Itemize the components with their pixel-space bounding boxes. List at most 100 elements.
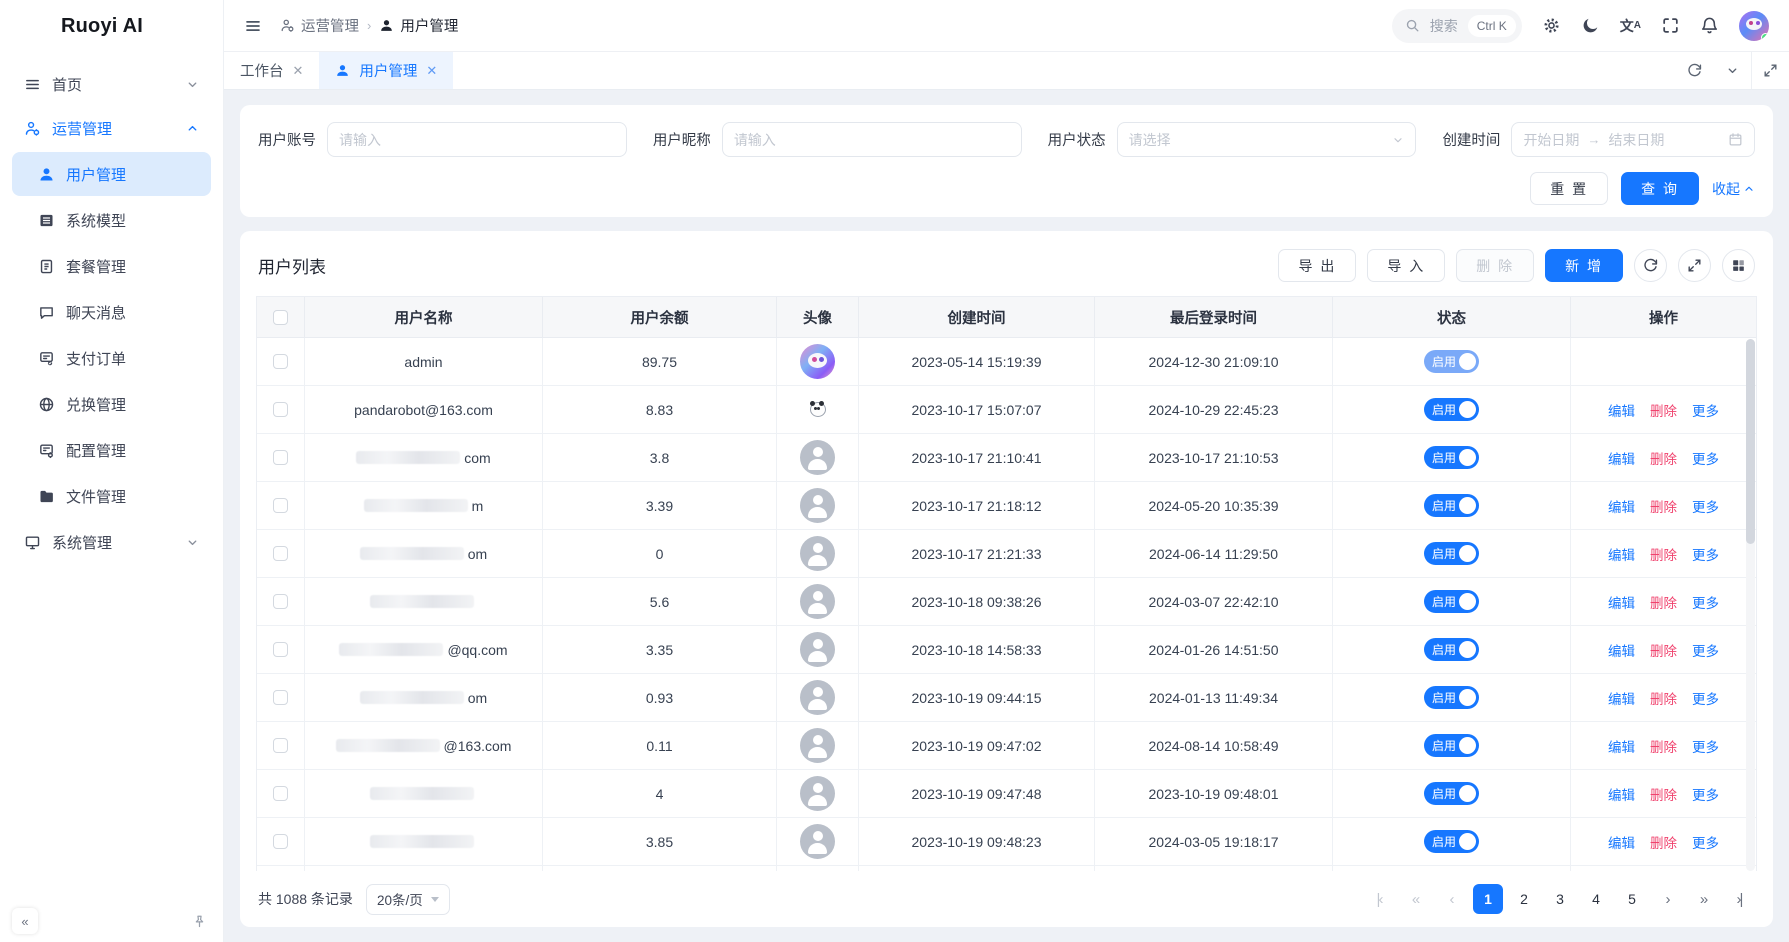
page-button-1[interactable]: 1 xyxy=(1473,884,1503,914)
edit-link[interactable]: 编辑 xyxy=(1608,688,1635,708)
row-checkbox[interactable] xyxy=(273,354,288,369)
jump-back-button[interactable]: « xyxy=(1401,884,1431,914)
row-checkbox[interactable] xyxy=(273,690,288,705)
sidebar-item-payment-orders[interactable]: 支付订单 xyxy=(12,336,211,380)
table-scrollbar-thumb[interactable] xyxy=(1746,339,1755,544)
status-toggle[interactable]: 启用 xyxy=(1424,734,1479,757)
delete-link[interactable]: 删除 xyxy=(1650,640,1677,660)
row-checkbox[interactable] xyxy=(273,834,288,849)
delete-link[interactable]: 删除 xyxy=(1650,496,1677,516)
export-button[interactable]: 导 出 xyxy=(1278,249,1356,282)
last-page-button[interactable]: ›| xyxy=(1725,884,1755,914)
close-icon[interactable]: ✕ xyxy=(426,63,437,79)
notifications-bell-icon[interactable] xyxy=(1700,16,1719,35)
first-page-button[interactable]: |‹ xyxy=(1365,884,1395,914)
more-link[interactable]: 更多 xyxy=(1692,496,1719,516)
collapse-sidebar-button[interactable]: « xyxy=(12,908,38,934)
row-checkbox[interactable] xyxy=(273,642,288,657)
status-toggle[interactable]: 启用 xyxy=(1424,542,1479,565)
status-select[interactable]: 请选择 xyxy=(1117,122,1417,157)
more-link[interactable]: 更多 xyxy=(1692,736,1719,756)
sidebar-item-package-management[interactable]: 套餐管理 xyxy=(12,244,211,288)
jump-forward-button[interactable]: » xyxy=(1689,884,1719,914)
sidebar-item-home[interactable]: 首页 xyxy=(12,62,211,106)
edit-link[interactable]: 编辑 xyxy=(1608,784,1635,804)
more-link[interactable]: 更多 xyxy=(1692,448,1719,468)
delete-link[interactable]: 删除 xyxy=(1650,592,1677,612)
sidebar-item-system-management[interactable]: 系统管理 xyxy=(12,520,211,564)
breadcrumb-parent[interactable]: 运营管理 xyxy=(280,15,359,36)
status-toggle[interactable]: 启用 xyxy=(1424,494,1479,517)
fullscreen-icon[interactable] xyxy=(1661,16,1680,35)
sidebar-item-exchange-management[interactable]: 兑换管理 xyxy=(12,382,211,426)
tab-workbench[interactable]: 工作台 ✕ xyxy=(224,52,319,89)
edit-link[interactable]: 编辑 xyxy=(1608,832,1635,852)
prev-page-button[interactable]: ‹ xyxy=(1437,884,1467,914)
collapse-filter-link[interactable]: 收起 xyxy=(1712,179,1755,199)
edit-link[interactable]: 编辑 xyxy=(1608,736,1635,756)
sidebar-item-user-management[interactable]: 用户管理 xyxy=(12,152,211,196)
row-checkbox[interactable] xyxy=(273,402,288,417)
close-icon[interactable]: ✕ xyxy=(293,63,304,79)
status-toggle[interactable]: 启用 xyxy=(1424,830,1479,853)
delete-link[interactable]: 删除 xyxy=(1650,736,1677,756)
delete-link[interactable]: 删除 xyxy=(1650,448,1677,468)
delete-link[interactable]: 删除 xyxy=(1650,544,1677,564)
status-toggle[interactable]: 启用 xyxy=(1424,782,1479,805)
row-checkbox[interactable] xyxy=(273,738,288,753)
sidebar-item-file-management[interactable]: 文件管理 xyxy=(12,474,211,518)
language-icon[interactable]: 文A xyxy=(1620,19,1641,33)
fullscreen-table-icon[interactable] xyxy=(1678,249,1711,282)
select-all-checkbox[interactable] xyxy=(273,310,288,325)
status-toggle[interactable]: 启用 xyxy=(1424,350,1479,373)
edit-link[interactable]: 编辑 xyxy=(1608,592,1635,612)
more-link[interactable]: 更多 xyxy=(1692,784,1719,804)
brand[interactable]: Ruoyi AI xyxy=(0,0,223,52)
delete-link[interactable]: 删除 xyxy=(1650,832,1677,852)
next-page-button[interactable]: › xyxy=(1653,884,1683,914)
pin-icon[interactable] xyxy=(187,909,211,933)
status-toggle[interactable]: 启用 xyxy=(1424,446,1479,469)
maximize-content-icon[interactable] xyxy=(1751,52,1789,89)
account-input[interactable]: 请输入 xyxy=(327,122,627,157)
row-checkbox[interactable] xyxy=(273,594,288,609)
row-checkbox[interactable] xyxy=(273,786,288,801)
status-toggle[interactable]: 启用 xyxy=(1424,590,1479,613)
page-button-5[interactable]: 5 xyxy=(1617,884,1647,914)
status-toggle[interactable]: 启用 xyxy=(1424,398,1479,421)
edit-link[interactable]: 编辑 xyxy=(1608,496,1635,516)
delete-link[interactable]: 删除 xyxy=(1650,784,1677,804)
page-button-2[interactable]: 2 xyxy=(1509,884,1539,914)
more-link[interactable]: 更多 xyxy=(1692,592,1719,612)
refresh-tab-icon[interactable] xyxy=(1675,52,1713,89)
delete-link[interactable]: 删除 xyxy=(1650,688,1677,708)
status-toggle[interactable]: 启用 xyxy=(1424,638,1479,661)
sidebar-item-operations[interactable]: 运营管理 xyxy=(12,106,211,150)
refresh-table-icon[interactable] xyxy=(1634,249,1667,282)
page-button-3[interactable]: 3 xyxy=(1545,884,1575,914)
more-link[interactable]: 更多 xyxy=(1692,544,1719,564)
row-checkbox[interactable] xyxy=(273,546,288,561)
more-link[interactable]: 更多 xyxy=(1692,640,1719,660)
hamburger-menu-icon[interactable] xyxy=(244,17,262,35)
delete-button[interactable]: 删 除 xyxy=(1456,249,1534,282)
import-button[interactable]: 导 入 xyxy=(1367,249,1445,282)
dark-mode-moon-icon[interactable] xyxy=(1581,16,1600,35)
tab-user-management[interactable]: 用户管理 ✕ xyxy=(319,52,453,89)
edit-link[interactable]: 编辑 xyxy=(1608,448,1635,468)
tab-options-chevron-icon[interactable] xyxy=(1713,52,1751,89)
add-button[interactable]: 新 增 xyxy=(1545,249,1623,282)
edit-link[interactable]: 编辑 xyxy=(1608,544,1635,564)
more-link[interactable]: 更多 xyxy=(1692,400,1719,420)
more-link[interactable]: 更多 xyxy=(1692,688,1719,708)
more-link[interactable]: 更多 xyxy=(1692,832,1719,852)
row-checkbox[interactable] xyxy=(273,498,288,513)
sidebar-item-chat-messages[interactable]: 聊天消息 xyxy=(12,290,211,334)
row-checkbox[interactable] xyxy=(273,450,288,465)
nickname-input[interactable]: 请输入 xyxy=(722,122,1022,157)
delete-link[interactable]: 删除 xyxy=(1650,400,1677,420)
edit-link[interactable]: 编辑 xyxy=(1608,640,1635,660)
search-button[interactable]: 查 询 xyxy=(1621,172,1699,205)
edit-link[interactable]: 编辑 xyxy=(1608,400,1635,420)
settings-gear-icon[interactable] xyxy=(1542,16,1561,35)
